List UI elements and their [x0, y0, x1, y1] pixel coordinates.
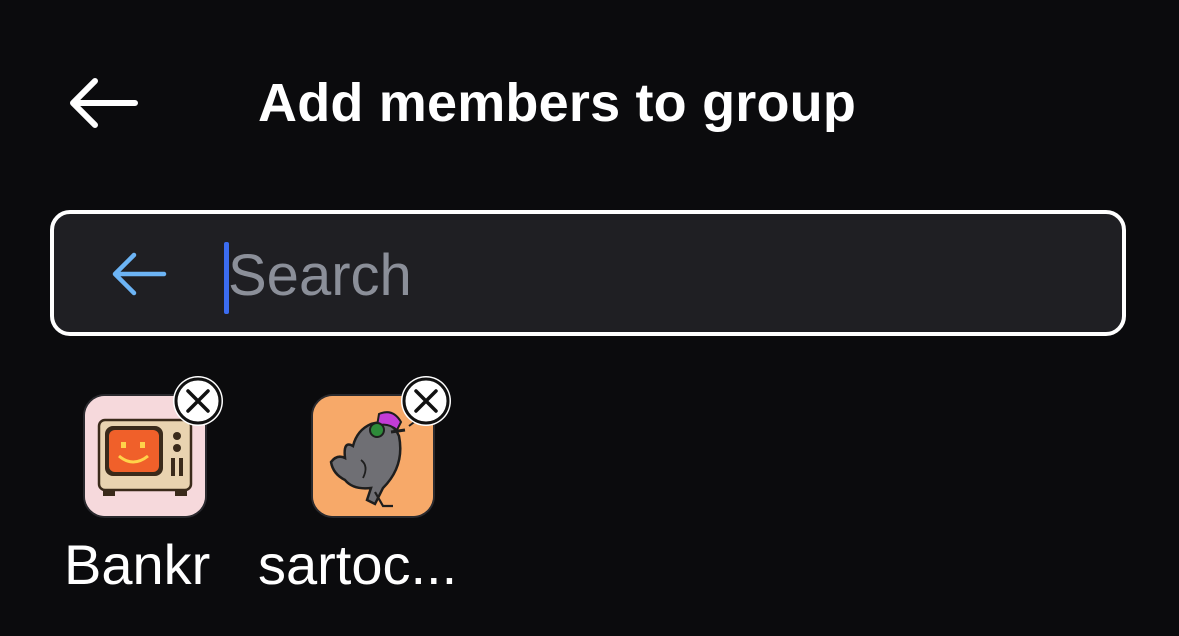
header: Add members to group	[0, 52, 1179, 152]
search-input[interactable]	[222, 236, 1082, 314]
selected-member-chip[interactable]: sartoc...	[258, 376, 536, 610]
search-bar[interactable]	[50, 210, 1126, 336]
search-back-button[interactable]	[106, 246, 172, 302]
back-button[interactable]	[58, 70, 148, 136]
arrow-left-icon	[70, 78, 138, 128]
arrow-left-icon	[112, 252, 167, 296]
page-title: Add members to group	[258, 73, 857, 133]
selected-members-list: Bankr sartoc...	[0, 376, 1179, 620]
remove-member-button[interactable]	[401, 376, 451, 426]
remove-member-button[interactable]	[173, 376, 223, 426]
close-circle-icon	[174, 377, 222, 425]
close-circle-icon	[402, 377, 450, 425]
member-name: Bankr	[64, 533, 211, 596]
text-caret	[224, 242, 229, 314]
member-name: sartoc...	[258, 533, 458, 596]
add-members-screen: Add members to group Search Bankr sartoc…	[0, 0, 1179, 636]
